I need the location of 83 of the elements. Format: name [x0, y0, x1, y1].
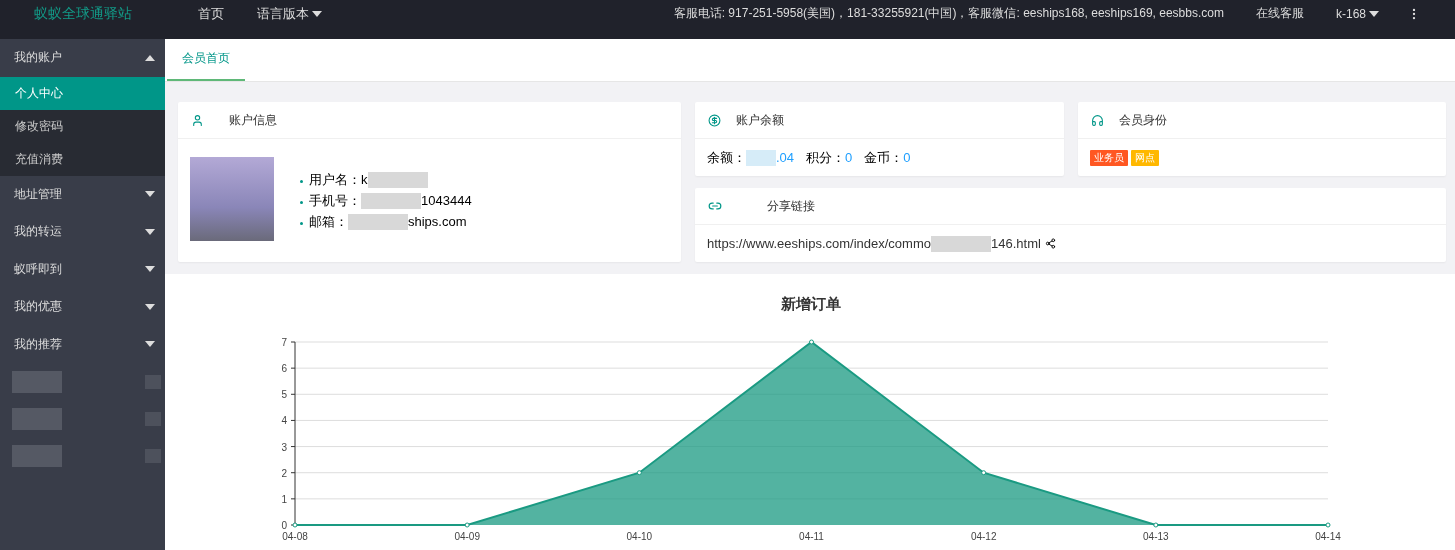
x-tick-label: 04-12	[970, 531, 997, 542]
caret-down-icon	[145, 341, 155, 348]
x-tick-label: 04-09	[454, 531, 480, 542]
card-title: 账户信息	[229, 111, 277, 129]
data-point	[636, 470, 642, 476]
redacted-block	[361, 192, 421, 209]
y-tick-label: 2	[281, 467, 287, 479]
value-text: k	[361, 172, 368, 187]
card-title: 账户余额	[736, 111, 784, 129]
bullet-icon	[300, 180, 303, 183]
redacted-block	[12, 444, 62, 467]
field-label: 金币：	[864, 148, 904, 167]
y-tick-label: 1	[281, 493, 287, 505]
caret-down-icon	[145, 303, 155, 310]
value-text: 0	[903, 150, 911, 165]
user-icon	[191, 113, 204, 127]
sidebar-group[interactable]: 我的转运	[0, 213, 165, 251]
card-title: 分享链接	[767, 197, 815, 215]
sidebar-group[interactable]: 地址管理	[0, 175, 165, 213]
chart-title: 新增订单	[781, 295, 841, 312]
data-point	[1153, 522, 1159, 528]
x-tick-label: 04-08	[282, 531, 308, 542]
y-tick-label: 5	[281, 389, 287, 401]
field-label: 余额：	[707, 148, 746, 167]
contact-info: 客服电话: 917-251-5958(美国)，181-33255921(中国)，客服微信: eeships168, eeships169, eesbbs.com	[673, 5, 1224, 22]
link-icon	[708, 199, 722, 213]
value-text: 146.html	[991, 236, 1041, 251]
role-tag: 网点	[1131, 149, 1159, 166]
field-label: 积分：	[806, 148, 846, 167]
value-text: https://www.eeships.com/index/commo	[707, 236, 931, 251]
redacted-block	[931, 235, 991, 252]
bullet-icon	[300, 222, 303, 225]
share-icon[interactable]	[1044, 238, 1056, 249]
caret-down-icon	[145, 266, 155, 273]
role-tag: 业务员	[1090, 149, 1128, 166]
y-tick-label: 7	[281, 337, 287, 348]
online-service-link[interactable]: 在线客服	[1255, 5, 1304, 22]
x-tick-label: 04-14	[1315, 531, 1341, 542]
tab[interactable]: 会员首页	[167, 38, 245, 81]
y-tick-label: 0	[281, 520, 287, 531]
nav-link[interactable]: 语言版本	[257, 4, 322, 23]
caret-down-icon	[312, 10, 322, 17]
caret-down-icon	[145, 228, 155, 235]
sidebar-group[interactable]: 我的优惠	[0, 288, 165, 326]
data-point	[981, 470, 987, 476]
dollar-icon	[708, 113, 721, 127]
field-label: 手机号：	[309, 191, 361, 210]
x-tick-label: 04-13	[1143, 531, 1169, 542]
bullet-icon	[300, 201, 303, 204]
sidebar-group[interactable]: 我的推荐	[0, 325, 165, 363]
field-label: 邮箱：	[309, 212, 348, 231]
site-logo[interactable]: 蚁蚁全球通驿站	[0, 4, 165, 23]
sidebar-item[interactable]: 充值消费	[0, 142, 165, 176]
redacted-block	[12, 407, 62, 430]
value-text: .04	[776, 150, 795, 165]
x-tick-label: 04-11	[799, 531, 824, 542]
data-point	[809, 339, 814, 345]
redacted-block	[12, 370, 62, 393]
user-menu[interactable]: k-168	[1335, 6, 1379, 21]
redacted-block	[348, 213, 408, 230]
caret-up-icon	[145, 54, 155, 61]
value-text: 0	[845, 150, 853, 165]
caret-down-icon	[1369, 10, 1379, 17]
sidebar-group[interactable]: 蚁呼即到	[0, 250, 165, 288]
data-point	[1325, 522, 1331, 528]
y-tick-label: 4	[281, 415, 287, 427]
y-tick-label: 6	[281, 363, 287, 375]
value-text: ships.com	[408, 214, 467, 229]
caret-down-icon	[145, 191, 155, 198]
x-tick-label: 04-10	[626, 531, 653, 542]
sidebar-item[interactable]: 修改密码	[0, 109, 165, 143]
headphones-icon	[1091, 113, 1104, 127]
sidebar-group[interactable]: 我的账户	[0, 39, 165, 77]
redacted-block	[367, 171, 428, 188]
y-tick-label: 3	[281, 441, 287, 453]
nav-link[interactable]: 首页	[198, 4, 224, 23]
sidebar-item[interactable]: 个人中心	[0, 76, 165, 110]
redacted-block	[746, 149, 776, 166]
data-point	[292, 522, 298, 528]
card-title: 会员身份	[1119, 111, 1167, 129]
data-point	[464, 522, 470, 528]
field-label: 用户名：	[309, 170, 361, 189]
value-text: 1043444	[421, 193, 472, 208]
